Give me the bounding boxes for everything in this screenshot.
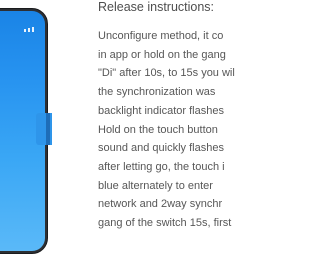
instruction-line: network and 2way synchr	[98, 198, 223, 211]
instruction-line: after letting go, the touch i	[98, 160, 225, 173]
instruction-line: "Di" after 10s, to 15s you wil	[98, 67, 235, 80]
instructions-title: Release instructions:	[98, 0, 215, 14]
instruction-line: sound and quickly flashes	[98, 142, 224, 155]
instruction-line: gang of the switch 15s, first	[98, 217, 232, 230]
instruction-line: blue alternately to enter	[98, 179, 213, 192]
instructions-text: Release instructions: Unconfigure method…	[98, 0, 255, 233]
instruction-line: Hold on the touch button	[98, 123, 218, 136]
signal-icon	[24, 27, 34, 32]
instruction-line: backlight indicator flashes	[98, 104, 224, 117]
instruction-line: Unconfigure method, it co	[98, 30, 224, 42]
instruction-line: in app or hold on the gang	[98, 48, 226, 61]
instruction-line: the synchronization was	[98, 86, 216, 99]
touch-button-edge	[46, 113, 50, 145]
